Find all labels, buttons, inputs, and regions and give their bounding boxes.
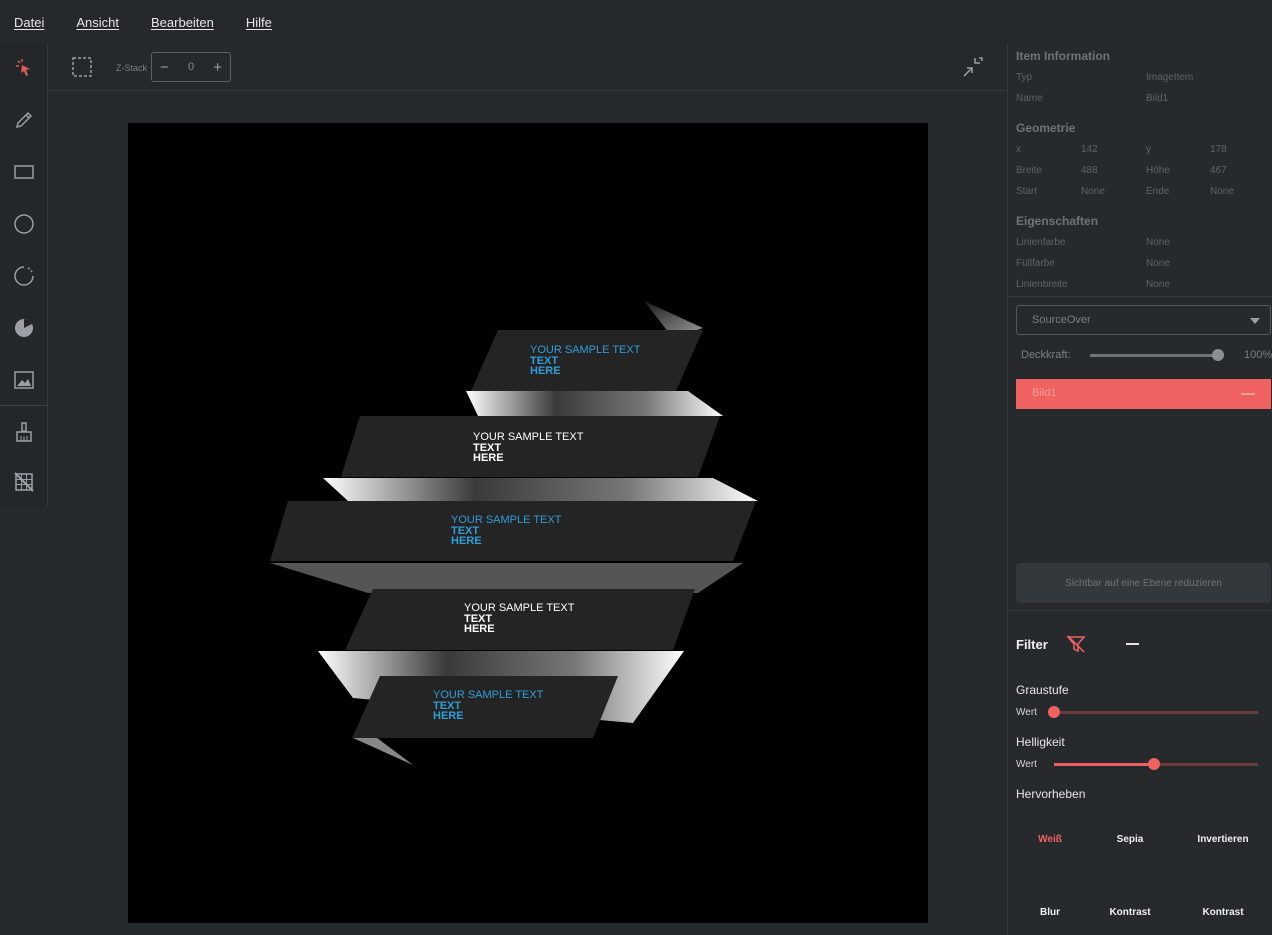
hervorheben-title: Hervorheben <box>1016 787 1086 801</box>
zstack-stepper[interactable]: − 0 + <box>151 52 231 82</box>
blend-mode-value: SourceOver <box>1032 314 1091 326</box>
collapse-fullscreen-icon[interactable] <box>962 56 984 78</box>
rectangle-icon <box>14 165 34 179</box>
hoehe-label: Höhe <box>1146 165 1170 176</box>
canvas[interactable]: YOUR SAMPLE TEXT TEXT HERE YOUR SAMPLE T… <box>128 123 928 923</box>
canvas-toolbar: Z-Stack − 0 + <box>48 44 1006 91</box>
collapse-filter-icon[interactable] <box>1126 643 1139 645</box>
pie-icon <box>15 319 33 337</box>
layer-name: Bild1 <box>1032 387 1057 399</box>
ribbon-sub: HERE <box>464 623 495 635</box>
geometry-title: Geometrie <box>1016 121 1076 135</box>
y-label: y <box>1146 144 1151 155</box>
properties-panel: Item Information Typ ImageItem Name Bild… <box>1007 44 1272 935</box>
canvas-area[interactable]: YOUR SAMPLE TEXT TEXT HERE YOUR SAMPLE T… <box>48 92 1006 935</box>
start-label: Start <box>1016 186 1038 197</box>
linienbreite-value: None <box>1146 279 1170 290</box>
brush-icon <box>16 422 32 442</box>
helligkeit-slider-fill <box>1054 763 1154 766</box>
breite-label: Breite <box>1016 165 1043 176</box>
menu-ansicht[interactable]: Ansicht <box>76 15 119 30</box>
brush-tool-button[interactable] <box>0 408 48 456</box>
opacity-label: Deckkraft: <box>1021 349 1071 361</box>
ende-label: Ende <box>1146 186 1170 197</box>
graustufe-slider[interactable] <box>1054 711 1258 714</box>
item-info-title: Item Information <box>1016 49 1111 63</box>
cursor-sparkle-icon <box>16 59 30 76</box>
filter-kontrast-button-2[interactable]: Kontrast <box>1183 907 1263 918</box>
linienfarbe-value: None <box>1146 237 1170 248</box>
menu-bar: Datei Ansicht Bearbeiten Hilfe <box>0 0 1272 44</box>
ribbon-4-text: YOUR SAMPLE TEXT TEXT HERE <box>464 602 584 635</box>
zstack-increment-button[interactable]: + <box>213 59 222 76</box>
linienbreite-label: Linienbreite <box>1016 279 1068 290</box>
graustufe-title: Graustufe <box>1016 683 1069 697</box>
x-label: x <box>1016 144 1021 155</box>
ribbon-sub: HERE <box>451 535 482 547</box>
ellipse-tool-button[interactable] <box>0 200 48 248</box>
rectangle-tool-button[interactable] <box>0 148 48 196</box>
filter-weiss-button[interactable]: Weiß <box>1010 834 1090 845</box>
y-value: 178 <box>1210 144 1227 155</box>
fuellfarbe-value: None <box>1146 258 1170 269</box>
hoehe-value: 467 <box>1210 165 1227 176</box>
x-value: 142 <box>1081 144 1098 155</box>
ribbon-1-text: YOUR SAMPLE TEXT TEXT HERE <box>530 344 650 377</box>
helligkeit-wert-label: Wert <box>1016 759 1037 770</box>
arc-tool-button[interactable] <box>0 252 48 300</box>
zstack-decrement-button[interactable]: − <box>160 59 169 76</box>
fuellfarbe-label: Füllfarbe <box>1016 258 1055 269</box>
flatten-visible-button[interactable]: Sichtbar auf eine Ebene reduzieren <box>1016 563 1271 603</box>
helligkeit-slider-handle[interactable] <box>1148 758 1160 770</box>
graustufe-slider-handle[interactable] <box>1048 706 1060 718</box>
linienfarbe-label: Linienfarbe <box>1016 237 1066 248</box>
opacity-slider[interactable] <box>1090 354 1218 357</box>
arc-icon <box>14 266 34 286</box>
pencil-icon <box>15 111 33 129</box>
menu-hilfe[interactable]: Hilfe <box>246 15 272 30</box>
zstack-label: Z-Stack <box>116 63 148 73</box>
ribbon-3-text: YOUR SAMPLE TEXT TEXT HERE <box>451 514 571 547</box>
pie-tool-button[interactable] <box>0 304 48 352</box>
helligkeit-title: Helligkeit <box>1016 735 1065 749</box>
remove-layer-icon[interactable] <box>1241 393 1255 395</box>
filter-title: Filter <box>1016 637 1048 652</box>
filter-kontrast-button[interactable]: Kontrast <box>1090 907 1170 918</box>
filter-invertieren-button[interactable]: Invertieren <box>1183 834 1263 845</box>
start-value: None <box>1081 186 1105 197</box>
ribbon-2-text: YOUR SAMPLE TEXT TEXT HERE <box>473 431 593 464</box>
properties-title: Eigenschaften <box>1016 214 1099 228</box>
circle-icon <box>14 214 34 234</box>
pen-tool-button[interactable] <box>0 96 48 144</box>
ribbon-sub: HERE <box>473 452 504 464</box>
ribbon-5-text: YOUR SAMPLE TEXT TEXT HERE <box>433 689 553 722</box>
grid-off-icon <box>14 472 34 492</box>
menu-bearbeiten[interactable]: Bearbeiten <box>151 15 214 30</box>
opacity-value: 100% <box>1244 349 1272 361</box>
image-icon <box>14 371 34 389</box>
menu-datei[interactable]: Datei <box>14 15 44 30</box>
chevron-down-icon <box>1250 318 1260 324</box>
ribbon-sub: HERE <box>433 710 464 722</box>
graustufe-wert-label: Wert <box>1016 707 1037 718</box>
filter-sepia-button[interactable]: Sepia <box>1090 834 1170 845</box>
select-tool-button[interactable] <box>0 44 48 92</box>
ende-value: None <box>1210 186 1234 197</box>
image-tool-button[interactable] <box>0 356 48 404</box>
filter-off-icon[interactable] <box>1066 634 1086 654</box>
ribbon-sub: HERE <box>530 365 561 377</box>
blend-mode-select[interactable]: SourceOver <box>1016 305 1271 335</box>
marquee-select-icon[interactable] <box>72 57 92 77</box>
grid-off-tool-button[interactable] <box>0 458 48 506</box>
layer-item[interactable]: Bild1 <box>1016 379 1271 409</box>
name-value: Bild1 <box>1146 93 1169 104</box>
typ-label: Typ <box>1016 72 1033 83</box>
breite-value: 488 <box>1081 165 1098 176</box>
name-label: Name <box>1016 93 1043 104</box>
filter-blur-button[interactable]: Blur <box>1010 907 1090 918</box>
zstack-value[interactable]: 0 <box>188 61 194 73</box>
opacity-slider-handle[interactable] <box>1212 349 1224 361</box>
tool-sidebar <box>0 44 48 506</box>
typ-value: ImageItem <box>1146 72 1194 83</box>
